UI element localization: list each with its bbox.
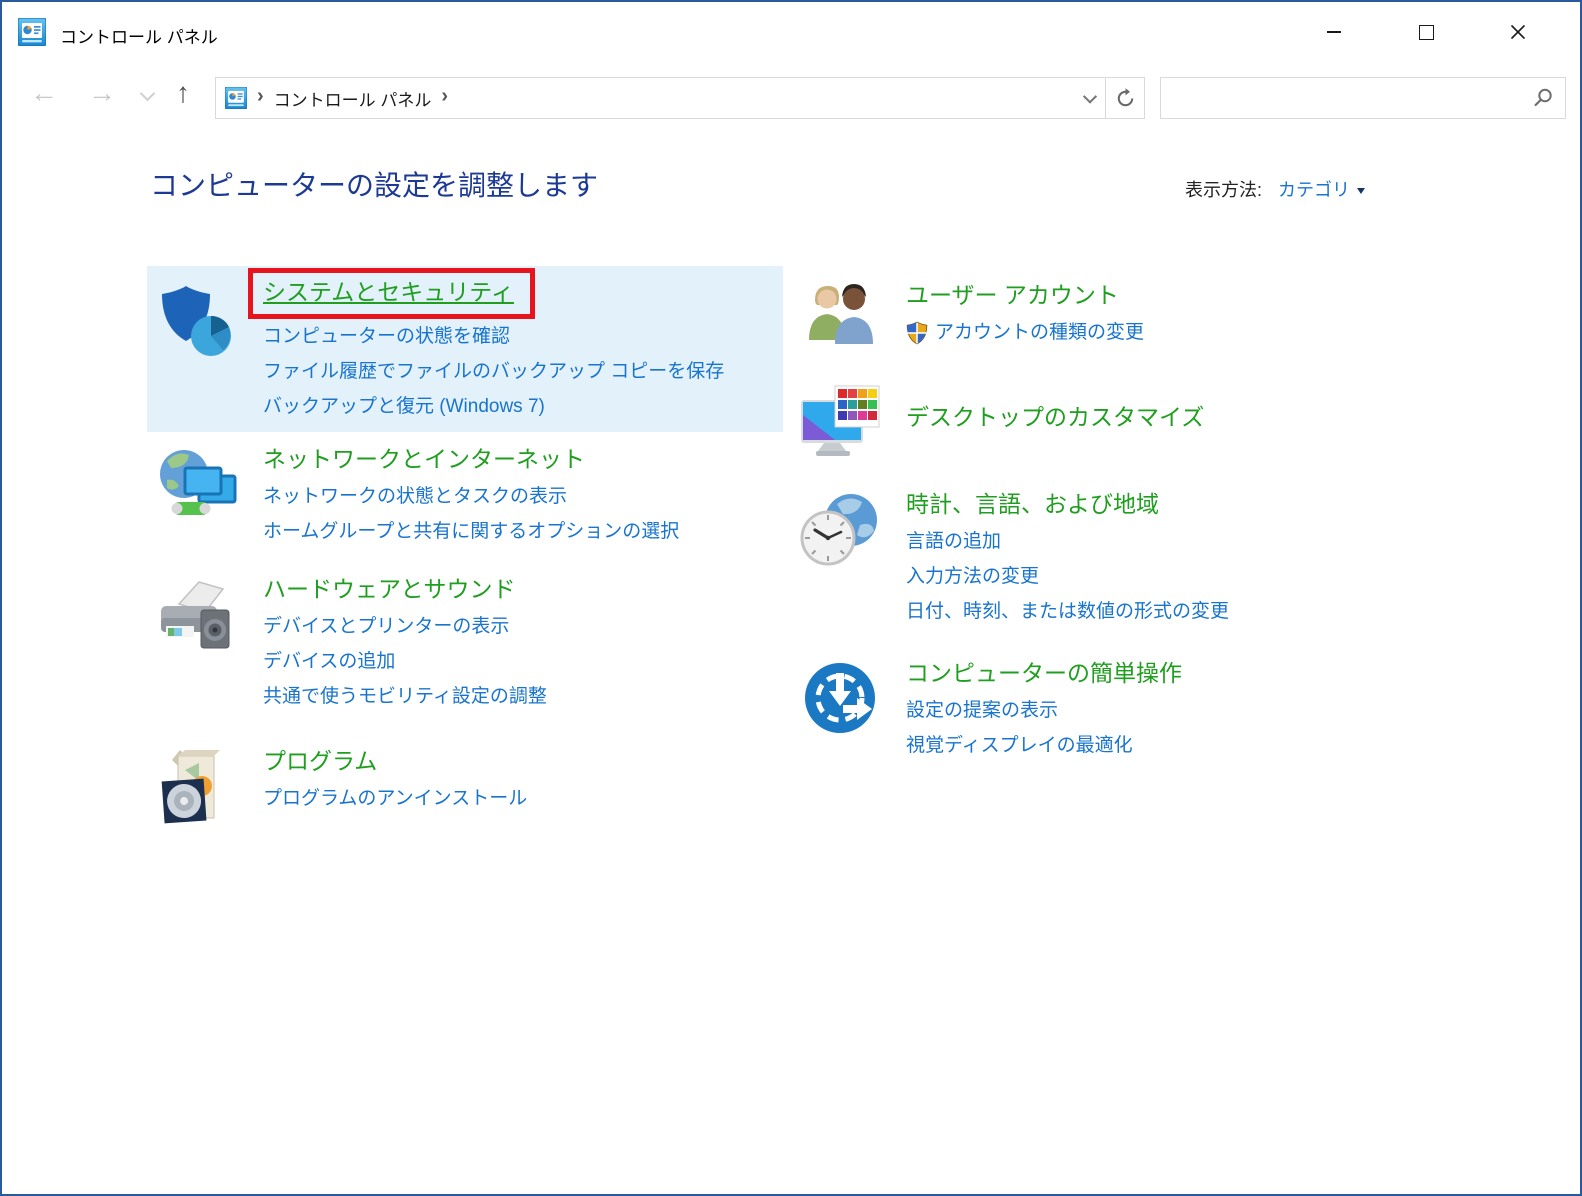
address-bar[interactable]: › コントロール パネル ›: [215, 77, 1145, 119]
clock-globe-icon[interactable]: [800, 491, 880, 567]
refresh-button[interactable]: [1106, 78, 1144, 118]
maximize-icon: [1418, 24, 1434, 40]
security-shield-pie-icon[interactable]: [157, 282, 237, 362]
close-icon: [1510, 24, 1526, 40]
view-by-label: 表示方法:: [1185, 180, 1263, 200]
search-input[interactable]: [1161, 89, 1533, 107]
category-clock-language-region: 時計、言語、および地域 言語の追加 入力方法の変更 日付、時刻、または数値の形式…: [790, 485, 1510, 629]
task-link-file-history-backup[interactable]: ファイル履歴でファイルのバックアップ コピーを保存: [263, 354, 724, 389]
view-by-dropdown[interactable]: カテゴリ: [1278, 176, 1366, 202]
category-title-system-security[interactable]: システムとセキュリティ: [263, 277, 514, 307]
control-panel-window: コントロール パネル ← → ↑ › コントロール パネル › コンピューターの…: [0, 0, 1582, 1196]
recent-pages-chevron-icon[interactable]: [139, 85, 156, 102]
task-link-backup-restore-win7[interactable]: バックアップと復元 (Windows 7): [263, 389, 724, 424]
task-link-view-devices-printers[interactable]: デバイスとプリンターの表示: [263, 609, 547, 644]
minimize-icon: [1327, 31, 1341, 33]
software-box-cd-icon[interactable]: [158, 748, 236, 828]
red-annotation-box: システムとセキュリティ: [248, 268, 535, 319]
task-link-optimize-visual-display[interactable]: 視覚ディスプレイの最適化: [906, 728, 1182, 763]
category-desktop-customization: デスクトップのカスタマイズ: [790, 382, 1510, 462]
task-link-network-status[interactable]: ネットワークの状態とタスクの表示: [263, 479, 679, 514]
category-network-internet: ネットワークとインターネット ネットワークの状態とタスクの表示 ホームグループと…: [147, 440, 783, 549]
category-title-programs[interactable]: プログラム: [263, 746, 377, 776]
two-users-icon[interactable]: [802, 282, 878, 346]
category-title-ease-of-access[interactable]: コンピューターの簡単操作: [906, 658, 1182, 688]
navigation-bar: ← → ↑ › コントロール パネル ›: [2, 64, 1580, 130]
category-ease-of-access: コンピューターの簡単操作 設定の提案の表示 視覚ディスプレイの最適化: [790, 654, 1510, 763]
category-system-security: システムとセキュリティ コンピューターの状態を確認 ファイル履歴でファイルのバッ…: [147, 266, 783, 432]
printer-speaker-icon[interactable]: [157, 576, 237, 654]
address-dropdown-button[interactable]: [1075, 78, 1105, 118]
breadcrumb-control-panel[interactable]: コントロール パネル: [274, 86, 432, 111]
up-button[interactable]: ↑: [176, 73, 190, 113]
category-hardware-sound: ハードウェアとサウンド デバイスとプリンターの表示 デバイスの追加 共通で使うモ…: [147, 570, 783, 714]
task-link-uninstall-program[interactable]: プログラムのアンインストール: [263, 781, 527, 816]
task-link-change-date-time-number-format[interactable]: 日付、時刻、または数値の形式の変更: [906, 594, 1229, 629]
close-button[interactable]: [1484, 8, 1552, 56]
task-link-suggested-settings[interactable]: 設定の提案の表示: [906, 693, 1182, 728]
dropdown-triangle-icon: [1357, 188, 1366, 194]
refresh-icon: [1117, 87, 1133, 106]
task-link-check-computer-status[interactable]: コンピューターの状態を確認: [263, 319, 724, 354]
monitor-color-palette-icon[interactable]: [799, 384, 881, 462]
back-button[interactable]: ←: [30, 73, 58, 113]
ease-of-access-icon[interactable]: [802, 660, 878, 736]
titlebar: コントロール パネル: [2, 2, 1580, 64]
maximize-button[interactable]: [1392, 8, 1460, 56]
network-globe-monitors-icon[interactable]: [157, 446, 237, 524]
task-link-homegroup-sharing[interactable]: ホームグループと共有に関するオプションの選択: [263, 514, 679, 549]
category-programs: プログラム プログラムのアンインストール: [147, 742, 783, 828]
view-by-control: 表示方法: カテゴリ: [1185, 176, 1366, 202]
page-title: コンピューターの設定を調整します: [150, 170, 599, 201]
chevron-down-icon: [1082, 89, 1098, 104]
view-by-value[interactable]: カテゴリ: [1278, 176, 1350, 202]
main-content: コンピューターの設定を調整します 表示方法: カテゴリ システムとセキュリティ …: [2, 130, 1580, 1194]
task-link-change-account-type[interactable]: アカウントの種類の変更: [935, 315, 1144, 350]
category-title-network-internet[interactable]: ネットワークとインターネット: [263, 444, 585, 474]
minimize-button[interactable]: [1300, 8, 1368, 56]
breadcrumb-chevron-icon[interactable]: ›: [441, 85, 448, 108]
control-panel-breadcrumb-icon[interactable]: [225, 87, 247, 109]
category-title-desktop-customization[interactable]: デスクトップのカスタマイズ: [906, 402, 1204, 432]
task-link-add-device[interactable]: デバイスの追加: [263, 644, 547, 679]
category-title-hardware-sound[interactable]: ハードウェアとサウンド: [263, 574, 516, 604]
window-title: コントロール パネル: [60, 28, 218, 47]
category-title-user-accounts[interactable]: ユーザー アカウント: [906, 280, 1119, 310]
breadcrumb-chevron-icon[interactable]: ›: [257, 85, 264, 108]
category-user-accounts: ユーザー アカウント アカウントの種類の変更: [790, 276, 1510, 350]
task-link-add-language[interactable]: 言語の追加: [906, 524, 1229, 559]
search-box: [1160, 77, 1566, 119]
category-title-clock-language-region[interactable]: 時計、言語、および地域: [906, 489, 1159, 519]
uac-shield-icon: [906, 321, 928, 344]
task-link-mobility-settings[interactable]: 共通で使うモビリティ設定の調整: [263, 679, 547, 714]
forward-button[interactable]: →: [88, 73, 116, 113]
control-panel-app-icon[interactable]: [18, 18, 46, 46]
task-link-change-input-method[interactable]: 入力方法の変更: [906, 559, 1229, 594]
search-icon: [1534, 88, 1552, 107]
